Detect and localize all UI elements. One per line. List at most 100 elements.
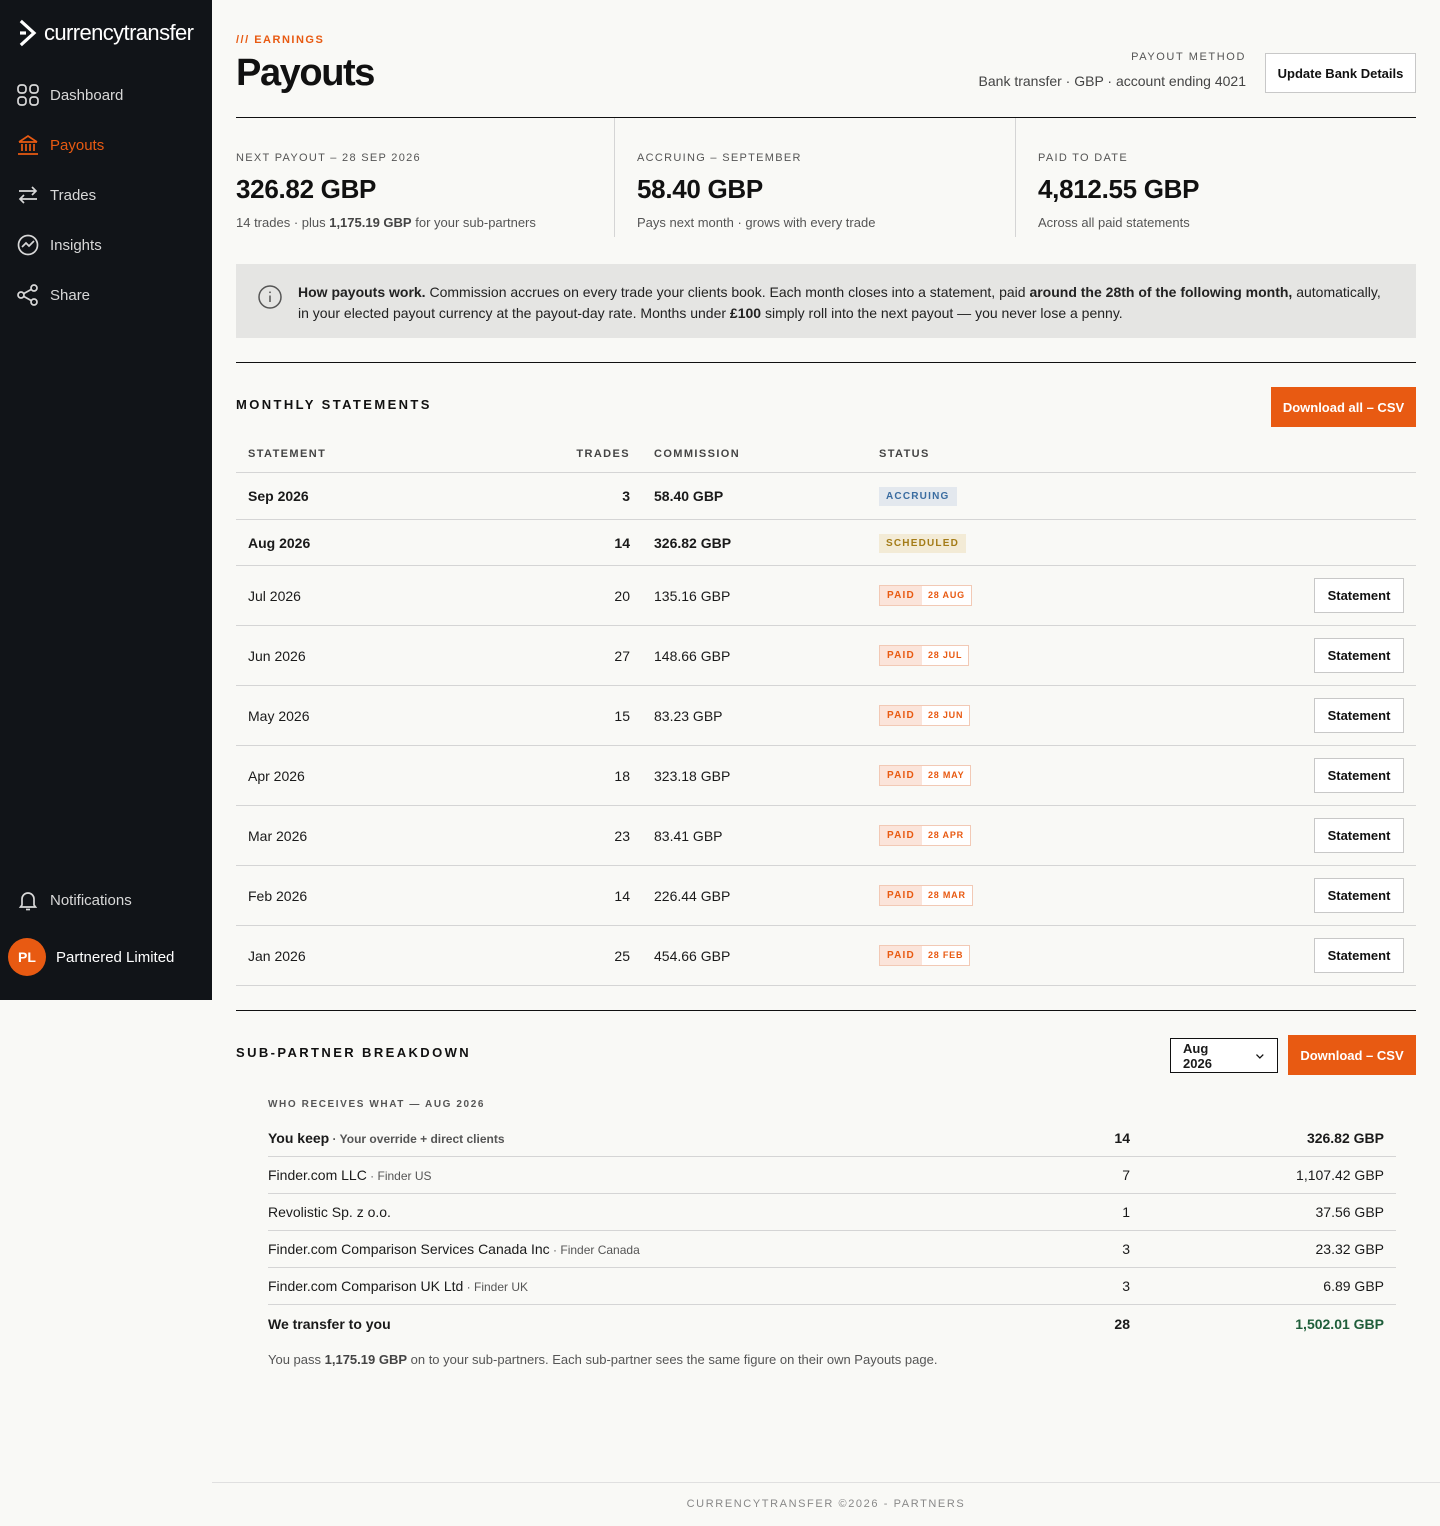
statement-commission: 226.44 GBP <box>654 887 731 904</box>
breakdown-note-part: on to your sub-partners. Each sub-partne… <box>407 1352 938 1367</box>
sidebar-item-payouts[interactable]: Payouts <box>0 120 212 170</box>
logo-text: currencytransfer <box>44 20 194 45</box>
sub-partner-amount: 1,107.42 GBP <box>1296 1167 1384 1183</box>
page-footer: CURRENCYTRANSFER ©2026 - PARTNERS <box>212 1482 1440 1526</box>
statement-month: Sep 2026 <box>248 488 309 504</box>
column-header-trades: TRADES <box>576 448 630 460</box>
status-badge-label: PAID <box>880 826 922 845</box>
statement-trades: 14 <box>614 534 630 551</box>
statement-download-button[interactable]: Statement <box>1314 638 1404 673</box>
user-menu[interactable]: PL Partnered Limited <box>0 929 212 985</box>
sub-partner-name-text: We transfer to you <box>268 1315 391 1332</box>
info-text-part: Commission accrues on every trade your c… <box>425 284 1030 300</box>
table-row: Finder.com Comparison UK Ltd · Finder UK… <box>268 1268 1396 1305</box>
period-select-value: Aug 2026 <box>1183 1040 1212 1071</box>
statement-trades: 15 <box>614 707 630 724</box>
statement-status: PAID 28 FEB <box>879 945 1279 966</box>
sidebar-item-label: Payouts <box>50 136 105 154</box>
sub-partner-trades: 28 <box>1114 1315 1130 1332</box>
status-badge-label: PAID <box>880 946 922 965</box>
sub-partner-name: Finder.com Comparison Services Canada In… <box>268 1241 1046 1257</box>
grid-icon <box>16 83 40 107</box>
sub-partner-detail-text: Finder Canada <box>560 1243 640 1257</box>
table-row: Aug 2026 14 326.82 GBP SCHEDULED <box>236 520 1416 566</box>
statement-download-button[interactable]: Statement <box>1314 578 1404 613</box>
period-select[interactable]: Aug 2026 <box>1170 1038 1278 1073</box>
statement-month: Jan 2026 <box>248 947 306 964</box>
statement-action: Statement <box>1279 878 1416 913</box>
chart-circle-icon <box>16 233 40 257</box>
statement-commission: 326.82 GBP <box>654 534 732 551</box>
share-icon <box>16 283 40 307</box>
info-text-part: simply roll into the next payout — you n… <box>761 305 1123 321</box>
table-header: STATEMENT TRADES COMMISSION STATUS <box>236 436 1416 473</box>
statement-status: PAID 28 MAY <box>879 765 1279 786</box>
status-badge: PAID 28 MAY <box>879 765 972 786</box>
sub-partner-detail: · Finder US <box>366 1169 432 1183</box>
bell-icon <box>16 888 40 912</box>
table-row: Jan 2026 25 454.66 GBP PAID 28 FEB Statement <box>236 926 1416 986</box>
sub-partner-amount: 37.56 GBP <box>1315 1204 1385 1220</box>
page-eyebrow: /// EARNINGS <box>236 34 325 46</box>
table-row: Revolistic Sp. z o.o. 1 37.56 GBP <box>268 1194 1396 1231</box>
info-icon <box>258 285 282 309</box>
sidebar-item-dashboard[interactable]: Dashboard <box>0 70 212 120</box>
status-badge-date: 28 APR <box>921 826 970 845</box>
statement-month: Jul 2026 <box>248 587 301 604</box>
section-title-sub-partner-breakdown: SUB-PARTNER BREAKDOWN <box>236 1045 472 1060</box>
summary-subtext: 14 trades · plus 1,175.19 GBP for your s… <box>236 215 614 230</box>
table-row: We transfer to you 28 1,502.01 GBP <box>268 1305 1396 1342</box>
summary-value: 58.40 GBP <box>637 174 763 204</box>
statement-action: Statement <box>1279 818 1416 853</box>
status-badge-label: PAID <box>880 886 922 905</box>
arrows-exchange-icon <box>16 183 40 207</box>
sidebar-item-insights[interactable]: Insights <box>0 220 212 270</box>
sidebar-item-trades[interactable]: Trades <box>0 170 212 220</box>
breakdown-note-part: You pass <box>268 1352 325 1367</box>
statement-status: PAID 28 MAR <box>879 885 1279 906</box>
statement-status: PAID 28 JUN <box>879 705 1279 726</box>
sub-partner-name: You keep · Your override + direct client… <box>268 1130 1046 1146</box>
statement-download-button[interactable]: Statement <box>1314 698 1404 733</box>
sidebar-item-share[interactable]: Share <box>0 270 212 320</box>
summary-label: PAID TO DATE <box>1038 152 1128 164</box>
divider <box>236 1010 1416 1011</box>
status-badge-date: 28 JUN <box>921 706 970 725</box>
logo[interactable]: currencytransfer <box>18 18 194 48</box>
statement-download-button[interactable]: Statement <box>1314 758 1404 793</box>
sub-partner-trades: 1 <box>1122 1204 1130 1220</box>
statement-download-button[interactable]: Statement <box>1314 818 1404 853</box>
statement-action: Statement <box>1279 578 1416 613</box>
status-badge-date: 28 FEB <box>921 946 970 965</box>
download-csv-button[interactable]: Download – CSV <box>1288 1035 1416 1075</box>
sub-partner-detail-text: Your override + direct clients <box>339 1132 505 1146</box>
statement-download-button[interactable]: Statement <box>1314 878 1404 913</box>
sub-partner-name-text: You keep <box>268 1130 330 1146</box>
summary-subtext: Pays next month · grows with every trade <box>637 215 876 230</box>
status-badge: PAID 28 MAR <box>879 885 973 906</box>
statement-commission: 83.41 GBP <box>654 827 723 844</box>
sub-partner-name-text: Revolistic Sp. z o.o. <box>268 1204 391 1220</box>
status-badge: SCHEDULED <box>879 533 967 553</box>
breakdown-note-amount: 1,175.19 GBP <box>324 1352 408 1367</box>
sidebar-item-notifications[interactable]: Notifications <box>0 875 212 925</box>
statement-trades: 25 <box>614 947 630 964</box>
sub-partner-name: Revolistic Sp. z o.o. <box>268 1204 1046 1220</box>
statements-table: STATEMENT TRADES COMMISSION STATUS Sep 2… <box>236 436 1416 986</box>
logo-mark-icon <box>19 19 37 47</box>
statement-month: Jun 2026 <box>248 647 306 664</box>
notifications-label: Notifications <box>50 891 132 909</box>
sub-partner-trades: 3 <box>1122 1278 1130 1294</box>
statement-download-button[interactable]: Statement <box>1314 938 1404 973</box>
sub-partner-amount: 1,502.01 GBP <box>1295 1315 1384 1332</box>
sub-partner-detail: · Your override + direct clients <box>329 1132 505 1146</box>
table-row: Apr 2026 18 323.18 GBP PAID 28 MAY Statement <box>236 746 1416 806</box>
table-row: Jun 2026 27 148.66 GBP PAID 28 JUL Statement <box>236 626 1416 686</box>
download-all-csv-button[interactable]: Download all – CSV <box>1271 387 1416 427</box>
table-row: You keep · Your override + direct client… <box>268 1120 1396 1157</box>
table-row: Finder.com LLC · Finder US 7 1,107.42 GBP <box>268 1157 1396 1194</box>
statement-trades: 27 <box>614 647 630 664</box>
sub-partner-trades: 14 <box>1114 1130 1130 1146</box>
update-bank-details-button[interactable]: Update Bank Details <box>1265 53 1416 93</box>
statement-month: Aug 2026 <box>248 534 311 551</box>
